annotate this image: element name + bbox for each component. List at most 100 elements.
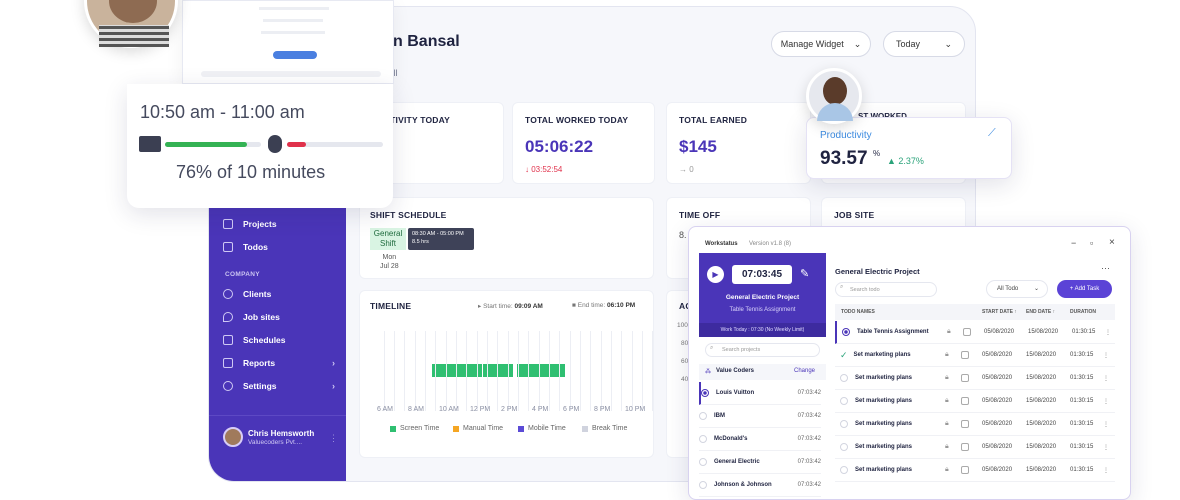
projects-icon	[223, 219, 233, 229]
todo-row[interactable]: Set marketing plans 🔒︎ 05/08/2020 15/08/202…	[835, 367, 1115, 390]
legend-swatch	[453, 425, 459, 432]
todo-row[interactable]: Set marketing plans 🔒︎ 05/08/2020 15/08/202…	[835, 436, 1115, 459]
more-icon[interactable]: ⋮	[329, 433, 338, 444]
project-name: IBM	[714, 413, 725, 419]
timeline-gridline	[415, 331, 416, 411]
minimize-button[interactable]: −	[1071, 238, 1076, 248]
note-icon[interactable]	[961, 420, 969, 428]
search-todo-input[interactable]: Search todo	[835, 282, 937, 297]
timeline-gridline	[384, 331, 385, 411]
project-list-item[interactable]: Louis Vuitton 07:03:42	[699, 382, 821, 405]
search-projects-input[interactable]: Search projects	[705, 343, 820, 357]
more-icon[interactable]: ⋮	[1105, 329, 1111, 336]
edit-icon[interactable]: ✎	[800, 267, 809, 280]
work-today: Work Today : 07:30 (No Weekly Limit)	[699, 323, 826, 337]
todo-name: Set marketing plans	[855, 467, 913, 473]
avatar[interactable]	[223, 427, 243, 447]
more-icon[interactable]: ⋮	[1103, 467, 1109, 474]
todo-row[interactable]: Set marketing plans 🔒︎ 05/08/2020 15/08/202…	[835, 413, 1115, 436]
sidebar-item-jobsites[interactable]: Job sites	[223, 312, 335, 322]
note-icon[interactable]	[961, 443, 969, 451]
shift-chip[interactable]: General Shift	[370, 228, 406, 250]
search-icon: ⌕	[710, 345, 714, 351]
lock-icon[interactable]: 🔒︎	[945, 397, 949, 405]
legend-item: Manual Time	[453, 425, 503, 432]
project-status-icon	[699, 412, 707, 420]
lock-icon[interactable]: 🔒︎	[945, 351, 949, 359]
todo-filter-select[interactable]: All Todo ⌄	[986, 280, 1048, 298]
legend-swatch	[390, 425, 396, 432]
todo-status-icon	[840, 374, 848, 382]
play-icon[interactable]: ▶	[707, 266, 724, 283]
profile-company: Valuecoders Pvt....	[248, 439, 303, 446]
timeline-gridline	[652, 331, 653, 411]
note-icon[interactable]	[961, 397, 969, 405]
project-status-icon	[701, 389, 709, 397]
todo-end-date: 15/08/2020	[1026, 352, 1057, 358]
project-list-item[interactable]: General Electric 07:03:42	[699, 451, 821, 474]
project-list-item[interactable]: McDonald's 07:03:42	[699, 428, 821, 451]
screenshot-preview[interactable]	[182, 0, 394, 84]
todo-start-date: 05/08/2020	[982, 352, 1013, 358]
manage-widget-button[interactable]: Manage Widget ⌄	[771, 31, 871, 57]
lock-icon[interactable]: 🔒︎	[945, 466, 949, 474]
more-icon[interactable]: ⋮	[1103, 375, 1109, 382]
divider	[209, 415, 346, 416]
legend-swatch	[582, 425, 588, 432]
lock-icon[interactable]: 🔒︎	[945, 443, 949, 451]
time-range: 10:50 am - 11:00 am	[140, 102, 305, 122]
current-project: General Electric Project	[725, 294, 800, 301]
avatar	[806, 68, 862, 124]
more-icon[interactable]: ⋯	[1101, 263, 1110, 274]
sidebar-item-projects[interactable]: Projects	[223, 219, 335, 229]
project-time: 07:03:42	[797, 459, 821, 465]
project-name: McDonald's	[714, 436, 748, 442]
lock-icon[interactable]: 🔒︎	[945, 374, 949, 382]
more-icon[interactable]: ⋮	[1103, 444, 1109, 451]
activity-popup: 10:50 am - 11:00 am 76% of 10 minutes	[127, 84, 393, 208]
note-icon[interactable]	[963, 328, 971, 336]
more-icon[interactable]: ⋮	[1103, 421, 1109, 428]
note-icon[interactable]	[961, 374, 969, 382]
note-icon[interactable]	[961, 466, 969, 474]
todo-row[interactable]: Set marketing plans 🔒︎ 05/08/2020 15/08/202…	[835, 390, 1115, 413]
note-icon[interactable]	[961, 351, 969, 359]
more-icon[interactable]: ⋮	[1103, 352, 1109, 359]
todo-start-date: 05/08/2020	[982, 398, 1013, 404]
change-org-link[interactable]: Change	[794, 368, 815, 374]
close-button[interactable]: ×	[1109, 237, 1115, 248]
current-task: Table Tennis Assignment	[729, 307, 796, 313]
sidebar-item-settings[interactable]: Settings ›	[223, 381, 335, 391]
project-name: Johnson & Johnson	[714, 482, 772, 488]
project-list-item[interactable]: IBM 07:03:42	[699, 405, 821, 428]
timeline-hour-label: 6 PM	[563, 406, 580, 413]
maximize-button[interactable]: ▫	[1090, 238, 1093, 248]
project-name: Louis Vuitton	[716, 390, 755, 396]
sidebar-item-schedules[interactable]: Schedules	[223, 335, 335, 345]
todo-start-date: 05/08/2020	[982, 421, 1013, 427]
sidebar-item-todos[interactable]: Todos	[223, 242, 335, 252]
sidebar-item-reports[interactable]: Reports ›	[223, 358, 335, 368]
timeline-gridline	[528, 331, 529, 411]
todo-name: Table Tennis Assignment	[857, 329, 929, 335]
lock-icon[interactable]: 🔒︎	[945, 420, 949, 428]
todo-row[interactable]: Set marketing plans 🔒︎ 05/08/2020 15/08/202…	[835, 459, 1115, 482]
profile-name: Chris Hemsworth	[248, 429, 315, 438]
todo-row[interactable]: ✓ Set marketing plans 🔒︎ 05/08/2020 15/08/20…	[835, 344, 1115, 367]
lock-icon[interactable]: 🔒︎	[947, 328, 951, 336]
keyboard-icon	[139, 136, 161, 152]
timeline-gridline	[435, 331, 436, 411]
add-task-button[interactable]: + Add Task	[1057, 280, 1112, 298]
check-icon: ✓	[840, 349, 848, 360]
todo-duration: 01:30:15	[1070, 467, 1094, 473]
productivity-label: Productivity	[820, 130, 872, 141]
project-list-item[interactable]: Johnson & Johnson 07:03:42	[699, 474, 821, 497]
project-status-icon	[699, 481, 707, 489]
period-select[interactable]: Today ⌄	[883, 31, 965, 57]
more-icon[interactable]: ⋮	[1103, 398, 1109, 405]
legend-item: Mobile Time	[518, 425, 566, 432]
clients-icon	[223, 289, 233, 299]
todo-duration: 01:30:15	[1070, 444, 1094, 450]
todo-row[interactable]: Table Tennis Assignment 🔒︎ 05/08/2020 15/08…	[835, 321, 1115, 344]
sidebar-item-clients[interactable]: Clients	[223, 289, 335, 299]
